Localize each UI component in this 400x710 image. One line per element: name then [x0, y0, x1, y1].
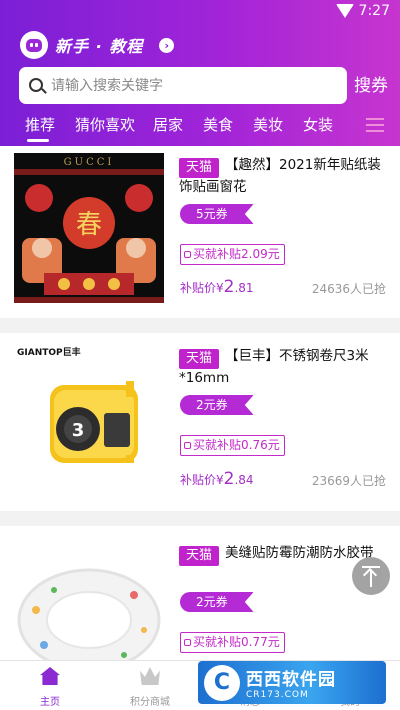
- product-card[interactable]: GUCCI 春 天猫 【趣然】2021新年贴纸装饰贴画窗花 5元券 买就补贴2.…: [0, 146, 400, 318]
- header: 7:27 新手 · 教程 › 搜券 推荐 猜你喜欢 居家 美食 美妆 女装: [0, 0, 400, 146]
- sales-count: 24636人已抢: [311, 282, 386, 296]
- product-title: 【巨丰】不锈钢卷尺3米*16mm: [179, 348, 369, 386]
- menu-icon[interactable]: [366, 118, 384, 132]
- crown-icon: [140, 667, 160, 685]
- search-icon: [29, 78, 43, 92]
- status-bar: 7:27: [0, 0, 400, 24]
- watermark-name: 西西软件园: [246, 670, 336, 690]
- wifi-icon: [336, 4, 354, 18]
- active-tab-indicator: [27, 139, 49, 142]
- product-card[interactable]: 天猫 美缝贴防霉防潮防水胶带 2元券 买就补贴0.77元: [0, 526, 400, 660]
- home-icon: [40, 667, 60, 685]
- chun-character: 春: [76, 210, 102, 240]
- product-image: [14, 540, 164, 660]
- tab-home[interactable]: 居家: [153, 114, 183, 135]
- svg-text:3: 3: [72, 420, 85, 441]
- gucci-text: GUCCI: [64, 157, 115, 168]
- status-time: 7:27: [358, 3, 390, 19]
- product-feed: GUCCI 春 天猫 【趣然】2021新年贴纸装饰贴画窗花 5元券 买就补贴2.…: [0, 146, 400, 660]
- category-tabs: 推荐 猜你喜欢 居家 美食 美妆 女装: [0, 112, 400, 146]
- product-title: 美缝贴防霉防潮防水胶带: [225, 545, 374, 561]
- subsidy-tag: 买就补贴2.09元: [180, 244, 285, 265]
- nav-points-mall[interactable]: 积分商城: [100, 661, 200, 710]
- chevron-right-icon: ›: [159, 37, 175, 53]
- tab-food[interactable]: 美食: [203, 114, 233, 135]
- tutorial-title: 新手 · 教程: [55, 37, 144, 56]
- sales-count: 23669人已抢: [311, 474, 386, 488]
- watermark-logo-icon: C: [204, 664, 240, 701]
- tab-guess-you-like[interactable]: 猜你喜欢: [75, 114, 135, 135]
- tutorial-link[interactable]: 新手 · 教程 ›: [20, 31, 175, 59]
- subsidy-price: 补贴价¥2.81: [180, 277, 254, 297]
- search-input[interactable]: [51, 67, 341, 104]
- nav-label: 积分商城: [130, 697, 170, 708]
- nav-label: 主页: [40, 697, 60, 708]
- product-title: 【趣然】2021新年贴纸装饰贴画窗花: [179, 157, 381, 195]
- subsidy-tag: 买就补贴0.76元: [180, 435, 285, 456]
- search-box: [19, 67, 347, 104]
- app-logo-icon: [20, 31, 48, 59]
- tab-womens-wear[interactable]: 女装: [303, 114, 333, 135]
- product-image: GIANTOP巨丰 3: [14, 343, 164, 493]
- tab-recommend[interactable]: 推荐: [25, 114, 55, 135]
- scroll-to-top-button[interactable]: [352, 557, 390, 595]
- subsidy-price: 补贴价¥2.84: [180, 469, 254, 489]
- coupon-tag: 2元券: [180, 395, 254, 415]
- coupon-tag: 2元券: [180, 592, 254, 612]
- product-image: GUCCI 春: [14, 153, 164, 303]
- arrow-up-icon: [362, 567, 378, 583]
- product-card[interactable]: GIANTOP巨丰 3 天猫 【巨丰】不锈钢卷尺3米*16mm 2元券 买就补贴…: [0, 333, 400, 511]
- watermark-url: CR173.COM: [246, 690, 309, 700]
- nav-home[interactable]: 主页: [0, 661, 100, 710]
- tab-beauty[interactable]: 美妆: [253, 114, 283, 135]
- giantop-logo: GIANTOP巨丰: [17, 346, 81, 358]
- coupon-tag: 5元券: [180, 204, 254, 224]
- subsidy-tag: 买就补贴0.77元: [180, 632, 285, 653]
- search-button[interactable]: 搜券: [354, 71, 388, 96]
- site-watermark: C 西西软件园 CR173.COM: [198, 661, 386, 704]
